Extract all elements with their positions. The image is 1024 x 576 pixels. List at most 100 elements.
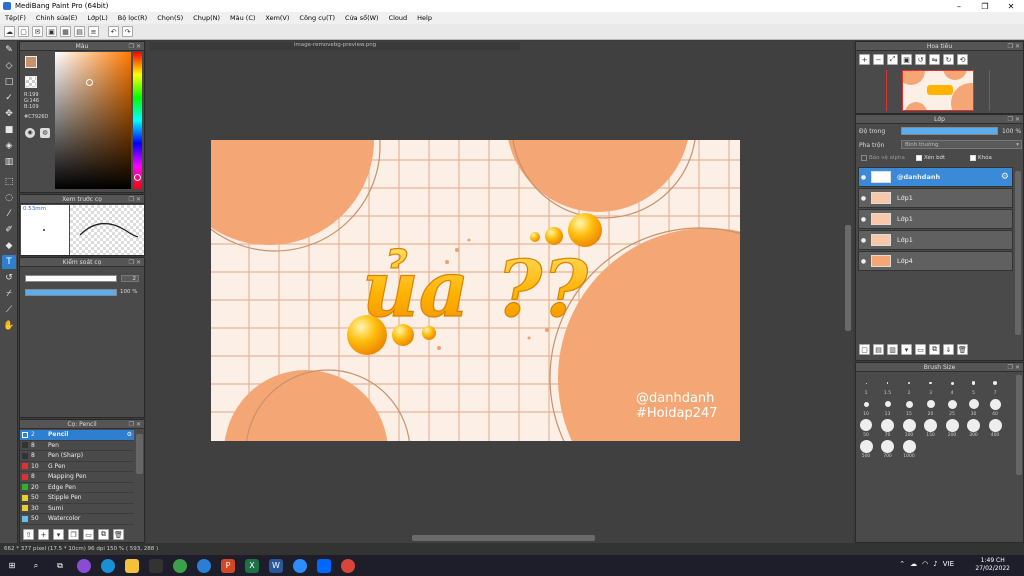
brush-item-mapping-pen[interactable]: 8 Mapping Pen <box>20 472 134 483</box>
layer-row[interactable]: ● Lớp1 <box>858 209 1013 229</box>
app-icon-1[interactable] <box>77 558 91 573</box>
brush-size-dot[interactable] <box>884 401 891 407</box>
artboard[interactable]: ủa ?? @danhdanh #Hoidap247 <box>211 140 740 441</box>
menu-layer[interactable]: Lớp(L) <box>82 14 112 22</box>
visibility-dot-icon[interactable]: ● <box>859 258 868 265</box>
brush-size-scrollbar[interactable] <box>1016 375 1022 475</box>
brush-size-value[interactable]: 2 <box>121 275 139 282</box>
visibility-dot-icon[interactable]: ● <box>859 216 868 223</box>
upload-brush-icon[interactable]: ⇧ <box>23 529 34 540</box>
zoom-app-icon[interactable] <box>293 558 307 573</box>
visibility-dot-icon[interactable]: ● <box>859 195 868 202</box>
text-tool-icon[interactable]: T <box>2 255 16 269</box>
menu-edit[interactable]: Chỉnh sửa(E) <box>31 14 82 22</box>
eyedropper-tool-icon[interactable]: ⌿ <box>2 287 16 301</box>
list-icon[interactable]: ≡ <box>88 26 99 37</box>
brush-item-g-pen[interactable]: 10 G Pen <box>20 462 134 472</box>
select-pen-tool-icon[interactable]: ✐ <box>2 223 16 237</box>
brush-item-watercolor[interactable]: 50 Watercolor <box>20 514 134 525</box>
brush-size-dot[interactable] <box>881 418 894 432</box>
zoom-out-icon[interactable]: − <box>873 54 884 65</box>
select-eraser-tool-icon[interactable]: ◆ <box>2 239 16 253</box>
task-view-icon[interactable]: ⧉ <box>53 559 67 573</box>
duplicate-layer-icon[interactable]: ⧉ <box>929 344 940 355</box>
hue-cursor[interactable] <box>134 174 141 181</box>
layer-opacity-slider[interactable] <box>901 127 998 135</box>
transparent-color-swatch[interactable] <box>25 76 37 88</box>
visibility-dot-icon[interactable]: ● <box>859 237 868 244</box>
magic-wand-tool-icon[interactable]: ⁄ <box>2 207 16 221</box>
brush-size-dot[interactable] <box>947 399 957 409</box>
windows-start-icon[interactable]: ⊞ <box>5 559 19 573</box>
navigator-thumbnail[interactable] <box>902 70 974 111</box>
volume-icon[interactable]: ♪ <box>933 560 937 568</box>
document-tab[interactable]: image-removebg-preview.png <box>150 42 520 50</box>
brush-list-scrollbar[interactable] <box>136 434 143 474</box>
cortana-icon[interactable] <box>197 558 211 573</box>
fit-screen-icon[interactable]: ⤢ <box>887 54 898 65</box>
brush-size-dot[interactable] <box>863 401 869 407</box>
input-language[interactable]: VIE <box>943 560 954 568</box>
undo-icon[interactable]: ↶ <box>108 26 119 37</box>
palette-icon[interactable]: ◉ <box>25 128 35 138</box>
wifi-icon[interactable]: ◠ <box>922 560 928 568</box>
folder-icon[interactable]: ▭ <box>83 529 94 540</box>
brush-item-pen-sharp[interactable]: 8 Pen (Sharp) <box>20 451 134 462</box>
brush-item-pen[interactable]: 8 Pen <box>20 441 134 451</box>
reset-view-icon[interactable]: ⟲ <box>957 54 968 65</box>
brush-size-dot[interactable] <box>859 439 873 453</box>
close-button[interactable]: ✕ <box>998 2 1024 11</box>
lock-checkbox[interactable] <box>970 155 976 161</box>
file-explorer-icon[interactable] <box>125 558 139 573</box>
layer-row[interactable]: ● Lớp1 <box>858 230 1013 250</box>
new-halftone-layer-icon[interactable]: ▤ <box>873 344 884 355</box>
chevron-up-icon[interactable]: ⌃ <box>899 560 905 568</box>
panel-icon[interactable]: ▤ <box>74 26 85 37</box>
actual-size-icon[interactable]: ▣ <box>901 54 912 65</box>
move-tool-icon[interactable]: ✥ <box>2 107 16 121</box>
brush-size-dot[interactable] <box>902 439 916 453</box>
onedrive-icon[interactable]: ☁ <box>910 560 917 568</box>
redo-icon[interactable]: ↷ <box>122 26 133 37</box>
brush-opacity-slider[interactable] <box>25 289 117 296</box>
chrome-alt-icon[interactable] <box>341 558 355 573</box>
canvas-horizontal-scrollbar[interactable] <box>412 535 595 541</box>
select-tool-icon[interactable]: ⬚ <box>2 175 16 189</box>
brush-item-pencil[interactable]: 2 Pencil ⚙ <box>20 430 134 441</box>
delete-brush-icon[interactable]: 🗑 <box>113 529 124 540</box>
menu-cloud[interactable]: Cloud <box>384 14 413 22</box>
brush-size-dot[interactable] <box>881 439 894 453</box>
brush-size-dot[interactable] <box>926 400 935 408</box>
layer-row[interactable]: ● @danhdanh ⚙ <box>858 167 1013 187</box>
zalo-icon[interactable] <box>317 558 331 573</box>
rectangle-tool-icon[interactable]: □ <box>2 75 16 89</box>
brush-item-edge-pen[interactable]: 20 Edge Pen <box>20 483 134 493</box>
merge-layer-icon[interactable]: ⇓ <box>943 344 954 355</box>
gradient-tool-icon[interactable]: ▥ <box>2 155 16 169</box>
brush-size-dot[interactable] <box>989 398 1001 410</box>
brush-size-dot[interactable] <box>929 381 932 385</box>
cloud-icon[interactable]: ☁ <box>4 26 15 37</box>
menu-help[interactable]: Help <box>412 14 437 22</box>
check-tool-icon[interactable]: ✓ <box>2 91 16 105</box>
color-cursor[interactable] <box>86 79 93 86</box>
layer-row[interactable]: ● Lớp4 <box>858 251 1013 271</box>
foreground-color-swatch[interactable] <box>25 56 37 68</box>
brush-size-dot[interactable] <box>968 399 979 409</box>
hand-tool-icon[interactable]: ✋ <box>2 319 16 333</box>
brush-size-dot[interactable] <box>908 382 910 384</box>
zoom-in-icon[interactable]: + <box>859 54 870 65</box>
menu-select[interactable]: Chọn(S) <box>152 14 188 22</box>
lasso-tool-icon[interactable]: ◌ <box>2 191 16 205</box>
brush-size-dot[interactable] <box>865 382 867 384</box>
menu-tools[interactable]: Công cụ(T) <box>294 14 340 22</box>
brush-size-dot[interactable] <box>950 381 954 385</box>
new-8bit-layer-icon[interactable]: ▥ <box>887 344 898 355</box>
gear-icon[interactable]: ⚙ <box>127 431 132 438</box>
new-file-icon[interactable]: ▢ <box>18 26 29 37</box>
menu-filter[interactable]: Bộ lọc(R) <box>113 14 152 22</box>
clock[interactable]: 1:49 CH 27/02/2022 <box>975 557 1010 573</box>
add-brush-icon[interactable]: + <box>38 529 49 540</box>
brush-size-dot[interactable] <box>967 418 980 432</box>
brush-size-dot[interactable] <box>860 419 872 431</box>
